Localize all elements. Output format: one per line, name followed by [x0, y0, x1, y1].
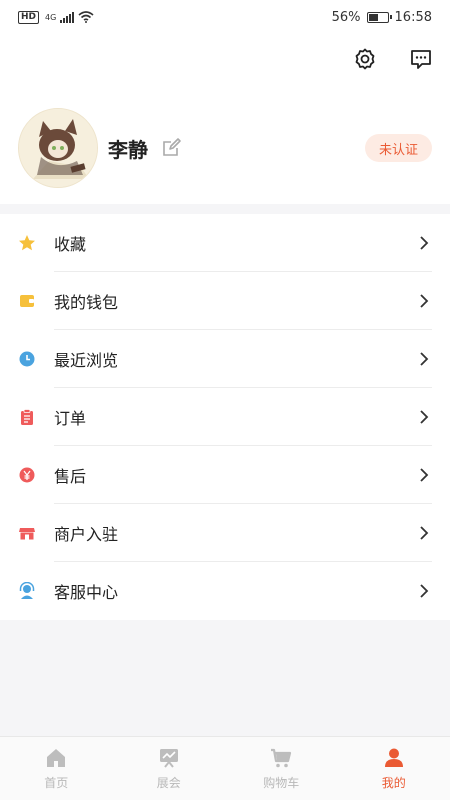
chevron-right-icon: [412, 347, 436, 371]
edit-icon: [163, 138, 181, 156]
settings-button[interactable]: [352, 46, 378, 72]
battery-fill: [368, 13, 379, 21]
menu-item-after-sales[interactable]: 售后: [0, 446, 450, 504]
home-icon: [44, 746, 68, 770]
menu-item-recent[interactable]: 最近浏览: [0, 330, 450, 388]
clock-time: 16:58: [394, 9, 432, 25]
menu-list: 收藏 我的钱包 最近浏览 订单 售后 商户入驻 客服中心: [0, 214, 450, 620]
chevron-right-icon: [412, 405, 436, 429]
menu-item-favorites[interactable]: 收藏: [0, 214, 450, 272]
tab-label: 展会: [156, 776, 181, 790]
gear-icon: [355, 48, 375, 70]
menu-label: 收藏: [54, 235, 87, 254]
cart-icon: [269, 746, 293, 770]
menu-label: 客服中心: [54, 583, 119, 602]
message-button[interactable]: [408, 46, 434, 72]
menu-label: 我的钱包: [54, 293, 119, 312]
avatar-image: [19, 109, 97, 187]
status-right: 56% 16:58: [332, 10, 432, 25]
hd-badge: HD: [18, 10, 40, 24]
status-bar: HD 4G 56% 16:58: [0, 0, 450, 34]
clock-icon: [18, 350, 36, 368]
chevron-right-icon: [412, 231, 436, 255]
menu-label: 订单: [54, 409, 87, 428]
chevron-right-icon: [412, 521, 436, 545]
shop-icon: [18, 524, 36, 542]
tab-label: 我的: [381, 776, 406, 790]
avatar[interactable]: [18, 108, 98, 188]
message-icon: [411, 50, 431, 69]
menu-item-orders[interactable]: 订单: [0, 388, 450, 446]
clipboard-icon: [18, 408, 36, 426]
yen-icon: [18, 466, 36, 484]
menu-item-wallet[interactable]: 我的钱包: [0, 272, 450, 330]
exhibition-icon: [157, 746, 181, 770]
tab-exhibition[interactable]: 展会: [113, 737, 226, 800]
tab-label: 购物车: [263, 776, 300, 790]
edit-profile-button[interactable]: [162, 137, 182, 157]
status-indicators: HD 4G: [18, 10, 94, 24]
tab-profile[interactable]: 我的: [338, 737, 450, 800]
username: 李静: [108, 138, 148, 162]
network-label: 4G: [45, 12, 57, 22]
battery-icon: [366, 11, 392, 23]
wallet-icon: [18, 292, 36, 310]
chevron-right-icon: [412, 289, 436, 313]
header-actions: [352, 46, 434, 72]
menu-label: 售后: [54, 467, 87, 486]
signal-icon: [60, 11, 75, 23]
profile-header: 李静 未认证: [0, 34, 450, 204]
menu-item-customer-service[interactable]: 客服中心: [0, 562, 450, 620]
tab-label: 首页: [44, 776, 69, 790]
wifi-icon: [78, 11, 94, 23]
menu-label: 最近浏览: [54, 351, 119, 370]
menu-label: 商户入驻: [54, 525, 119, 544]
battery-percent: 56%: [331, 9, 361, 25]
profile-icon: [382, 746, 406, 770]
chevron-right-icon: [412, 463, 436, 487]
tab-home[interactable]: 首页: [0, 737, 113, 800]
tab-cart[interactable]: 购物车: [225, 737, 338, 800]
verify-status-badge[interactable]: 未认证: [364, 134, 432, 162]
headset-icon: [18, 582, 36, 600]
star-icon: [18, 234, 36, 252]
menu-item-merchant[interactable]: 商户入驻: [0, 504, 450, 562]
chevron-right-icon: [412, 579, 436, 603]
bottom-tab-bar: 首页 展会 购物车 我的: [0, 736, 450, 800]
